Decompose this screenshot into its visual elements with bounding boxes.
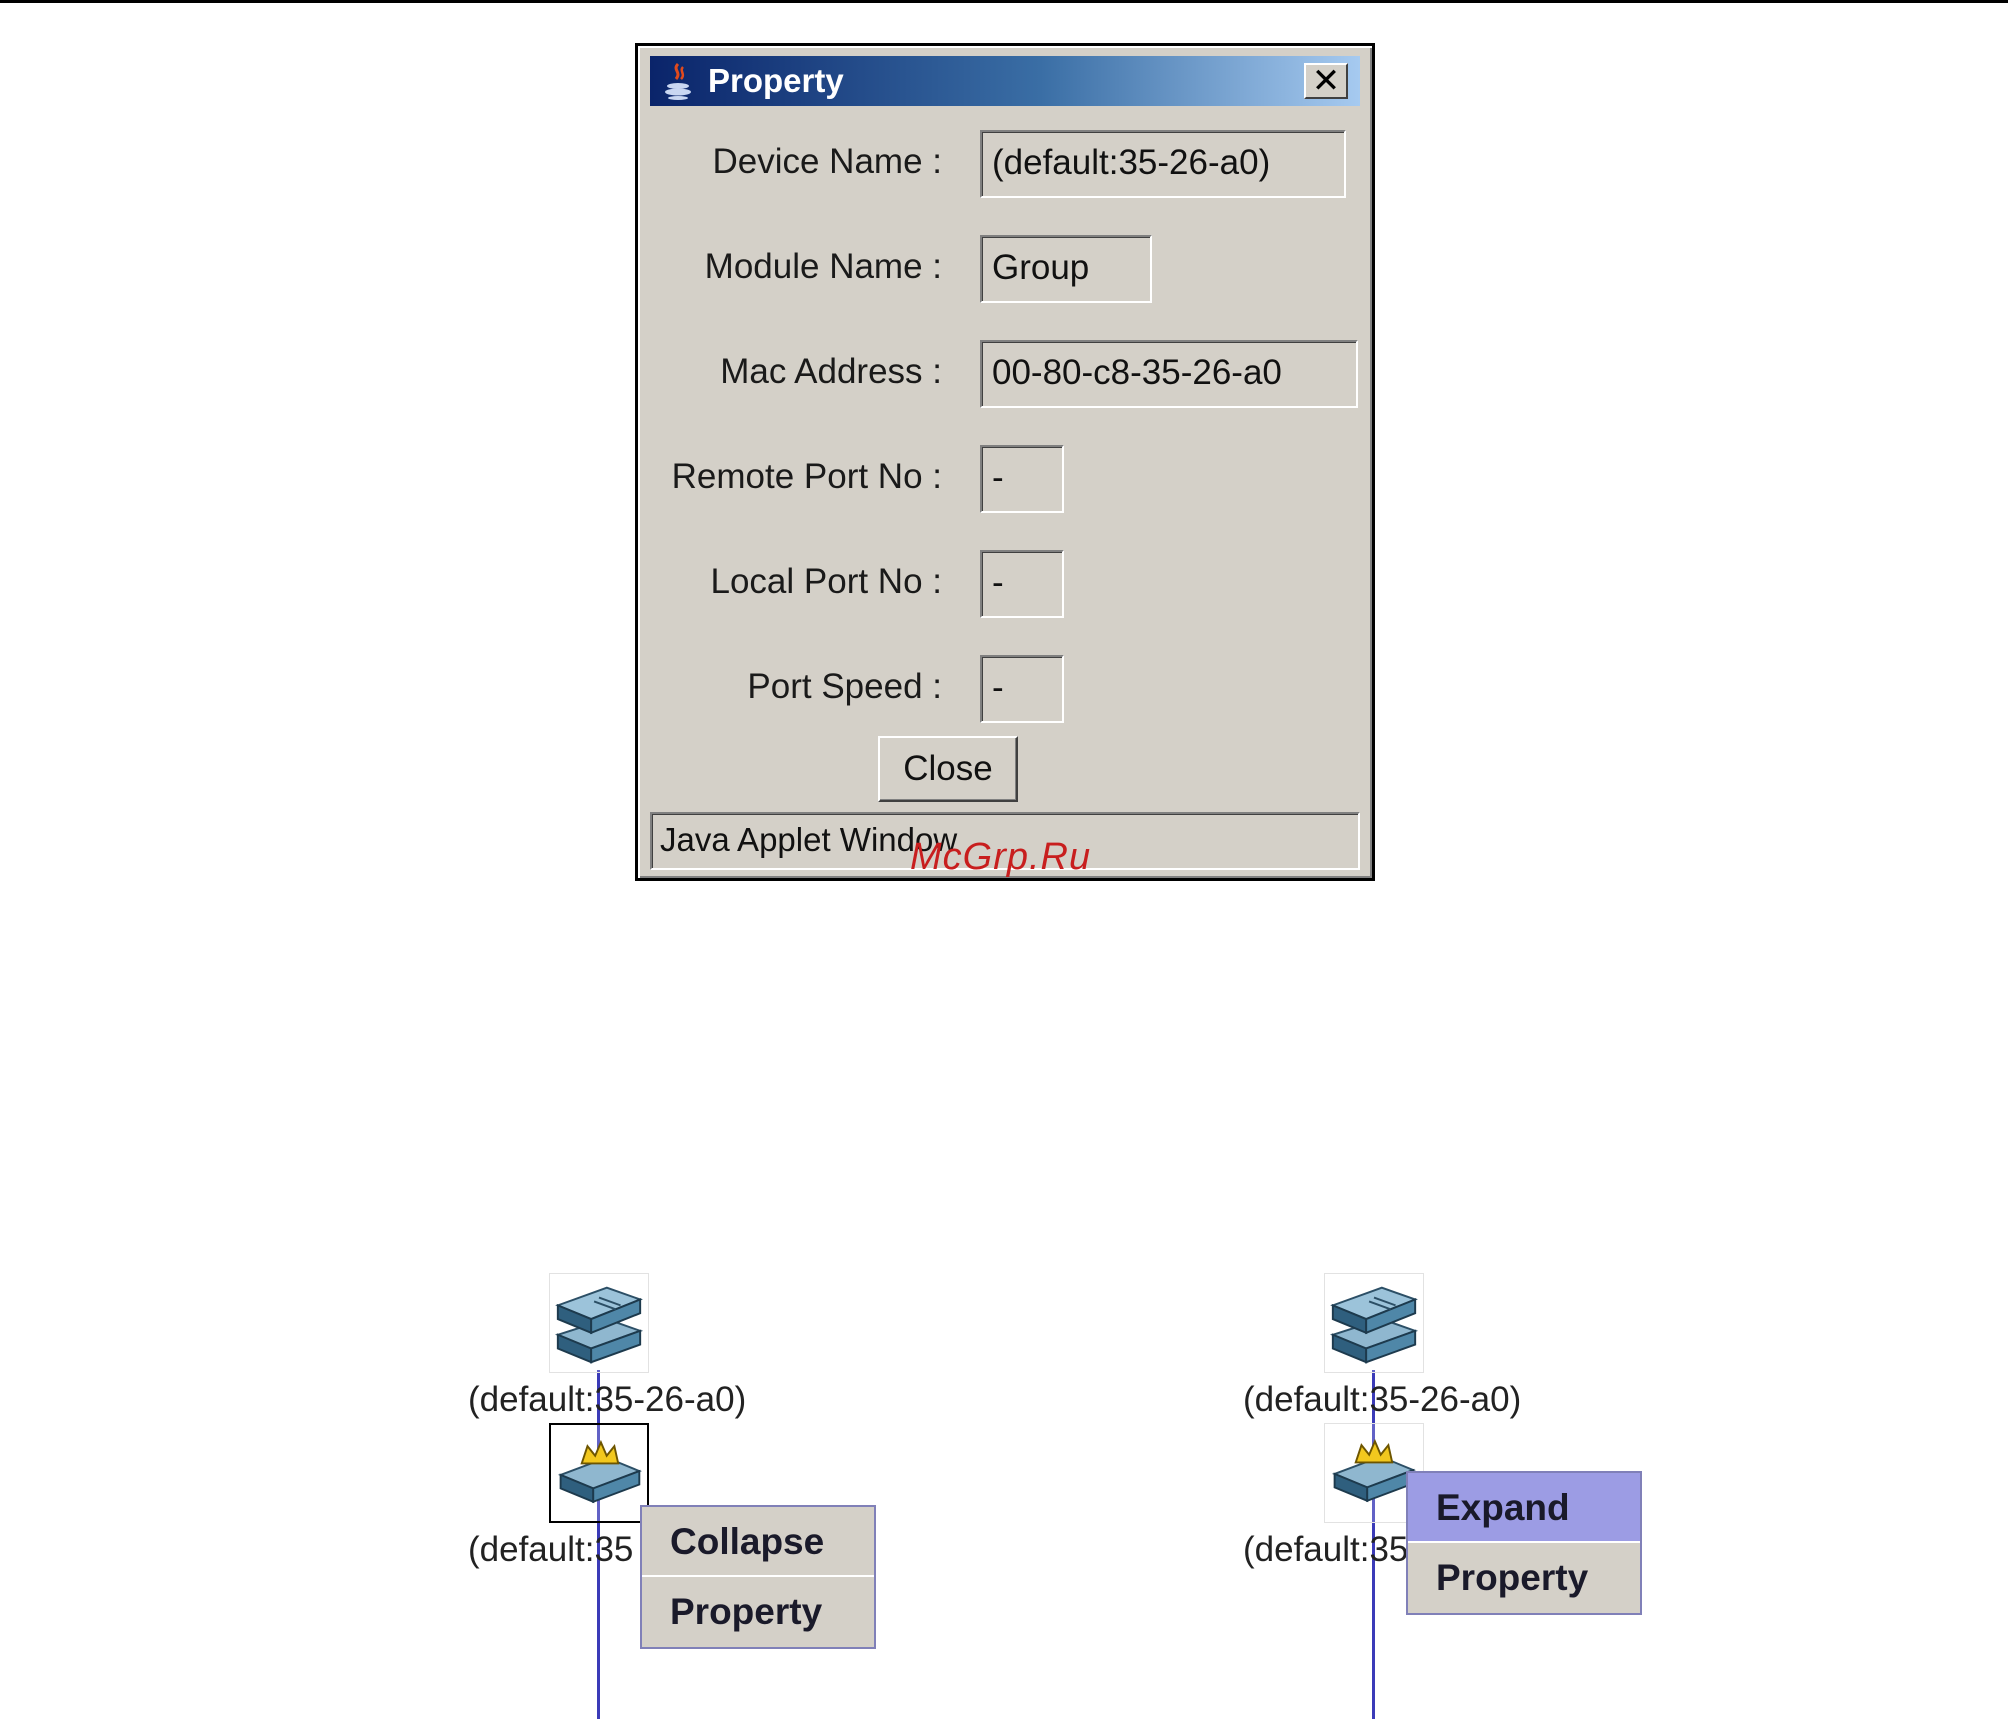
menu-item-property[interactable]: Property xyxy=(1408,1543,1640,1613)
switch-node[interactable] xyxy=(549,1273,649,1373)
property-dialog: Property ✕ Device Name : (default:35-26-… xyxy=(635,43,1375,881)
top-node-label: (default:35-26-a0) xyxy=(468,1380,747,1419)
device-name-row: Device Name : xyxy=(638,142,942,192)
switch-stack-icon xyxy=(1329,1286,1419,1364)
remote-port-label: Remote Port No : xyxy=(671,457,942,496)
mac-address-field[interactable]: 00-80-c8-35-26-a0 xyxy=(980,340,1358,408)
top-rule xyxy=(0,0,2008,3)
java-icon xyxy=(665,62,691,100)
bottom-node-label: (default:35 xyxy=(1243,1530,1409,1569)
menu-item-collapse[interactable]: Collapse xyxy=(642,1507,874,1577)
group-crown-icon xyxy=(557,1439,642,1504)
dialog-title: Property xyxy=(708,62,844,99)
local-port-field[interactable]: - xyxy=(980,550,1064,618)
device-name-label: Device Name : xyxy=(712,142,942,181)
menu-item-expand[interactable]: Expand xyxy=(1408,1473,1640,1543)
module-name-row: Module Name : xyxy=(638,247,942,297)
switch-node[interactable] xyxy=(1324,1273,1424,1373)
menu-item-property[interactable]: Property xyxy=(642,1577,874,1647)
port-speed-field[interactable]: - xyxy=(980,655,1064,723)
module-name-field[interactable]: Group xyxy=(980,235,1152,303)
context-menu: Collapse Property xyxy=(640,1505,876,1649)
watermark: McGrp.Ru xyxy=(910,836,1092,878)
remote-port-field[interactable]: - xyxy=(980,445,1064,513)
mac-address-label: Mac Address : xyxy=(720,352,942,391)
module-name-label: Module Name : xyxy=(704,247,942,286)
local-port-row: Local Port No : xyxy=(638,562,943,612)
mac-address-row: Mac Address : xyxy=(638,352,942,402)
local-port-label: Local Port No : xyxy=(710,562,943,601)
device-name-field[interactable]: (default:35-26-a0) xyxy=(980,130,1346,198)
port-speed-label: Port Speed : xyxy=(747,667,942,706)
close-button[interactable]: Close xyxy=(878,736,1018,802)
top-node-label: (default:35-26-a0) xyxy=(1243,1380,1522,1419)
port-speed-row: Port Speed : xyxy=(638,667,942,717)
bottom-node-label: (default:35 xyxy=(468,1530,634,1569)
close-icon[interactable]: ✕ xyxy=(1304,63,1348,99)
context-menu: Expand Property xyxy=(1406,1471,1642,1615)
dialog-titlebar[interactable]: Property ✕ xyxy=(650,56,1360,106)
remote-port-row: Remote Port No : xyxy=(638,457,942,507)
switch-stack-icon xyxy=(554,1286,644,1364)
group-node[interactable] xyxy=(549,1423,649,1523)
